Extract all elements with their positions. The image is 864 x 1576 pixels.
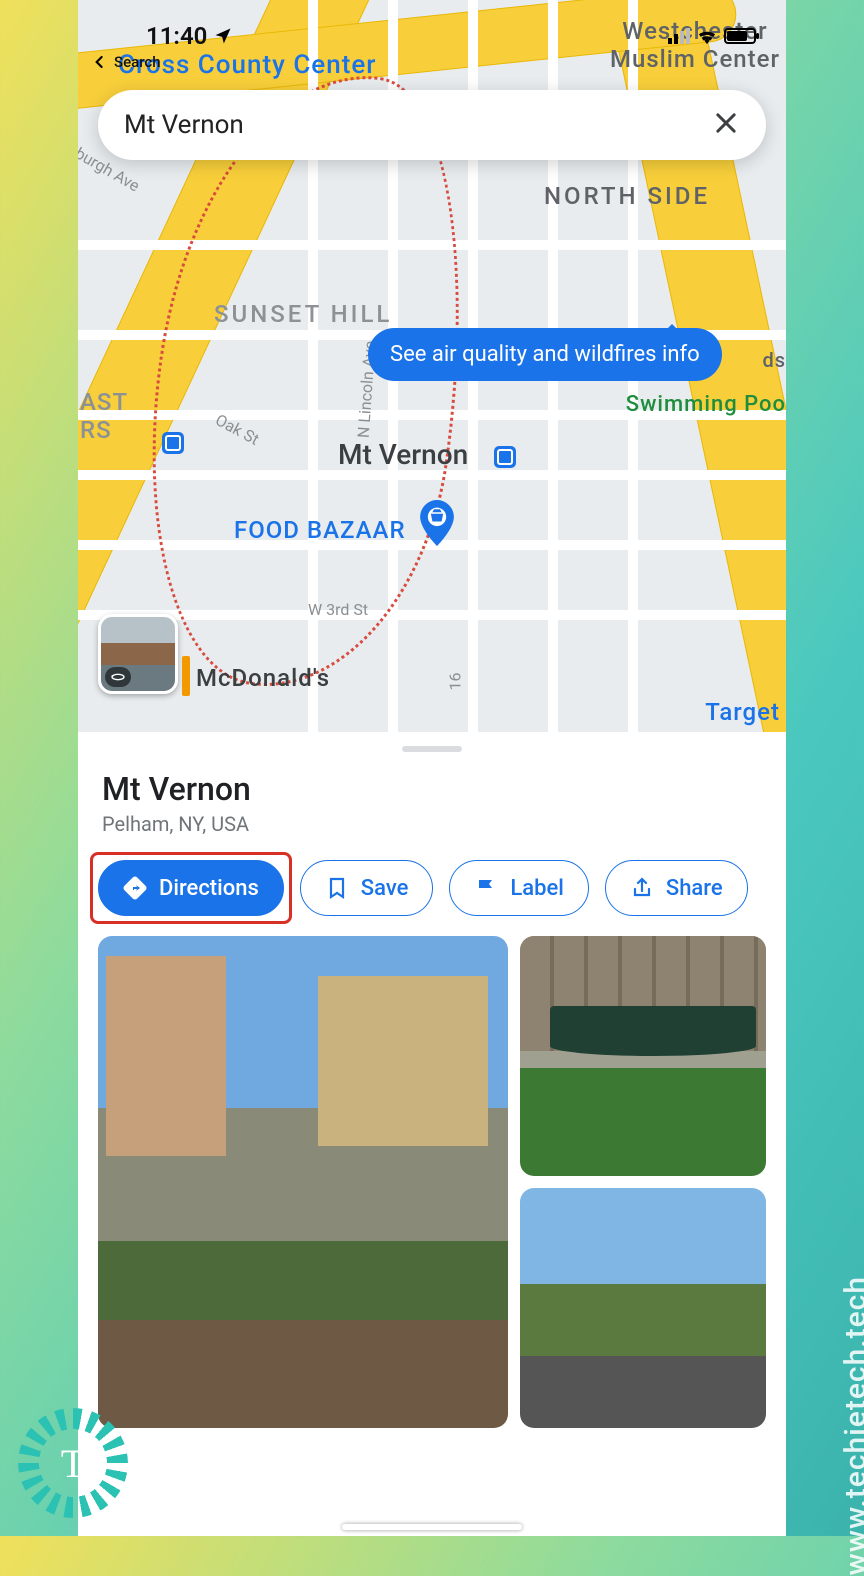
site-badge: T — [18, 1408, 128, 1518]
directions-label: Directions — [159, 876, 259, 901]
place-photo[interactable] — [520, 1188, 766, 1428]
status-time: 11:40 — [146, 22, 233, 50]
wifi-icon — [696, 27, 718, 45]
back-arrow-icon — [90, 52, 110, 72]
search-query[interactable]: Mt Vernon — [124, 110, 712, 140]
search-bar[interactable]: Mt Vernon — [98, 90, 766, 160]
share-icon — [630, 876, 654, 900]
map-area-label: RS — [80, 416, 112, 444]
map-area-label: NORTH SIDE — [544, 182, 710, 210]
map-poi-label[interactable]: McDonald's — [196, 664, 330, 692]
air-quality-tooltip[interactable]: See air quality and wildfires info — [368, 328, 722, 381]
transit-icon[interactable] — [494, 446, 516, 468]
map-area-label: SUNSET HILL — [214, 300, 392, 328]
sheet-grabber[interactable] — [402, 746, 462, 752]
place-title: Mt Vernon — [78, 770, 786, 808]
map-canvas[interactable]: Cross County Center Westchester Muslim C… — [78, 0, 786, 732]
label-button[interactable]: Label — [449, 860, 589, 916]
share-button[interactable]: Share — [605, 860, 748, 916]
place-sheet[interactable]: Mt Vernon Pelham, NY, USA Directions Sav… — [78, 732, 786, 1536]
bookmark-icon — [325, 876, 349, 900]
home-indicator[interactable] — [342, 1524, 522, 1530]
save-label: Save — [361, 876, 409, 901]
map-poi-label[interactable]: Target — [705, 698, 780, 726]
save-button[interactable]: Save — [300, 860, 434, 916]
transit-icon[interactable] — [162, 432, 184, 454]
directions-icon — [123, 876, 147, 900]
back-to-search[interactable]: Search — [90, 52, 161, 72]
map-center-label[interactable]: Mt Vernon — [338, 438, 468, 471]
status-bar: 11:40 — [78, 16, 786, 56]
label-label: Label — [510, 876, 564, 901]
flag-icon — [474, 876, 498, 900]
clear-search-button[interactable] — [712, 109, 740, 141]
street-label: W 3rd St — [308, 600, 368, 619]
badge-letter: T — [46, 1436, 100, 1490]
place-photo[interactable] — [520, 936, 766, 1176]
map-poi-label[interactable]: Swimming Poo — [626, 392, 786, 417]
streetview-thumbnail[interactable] — [98, 614, 178, 694]
map-poi-label[interactable]: FOOD BAZAAR — [234, 516, 406, 544]
cell-signal-icon — [668, 28, 690, 44]
map-area-label: AST — [80, 388, 128, 416]
battery-icon — [724, 28, 756, 44]
watermark-text: www.techietech.tech — [839, 1276, 864, 1576]
phone-frame: Cross County Center Westchester Muslim C… — [78, 0, 786, 1536]
back-label: Search — [114, 53, 161, 71]
action-row: Directions Save Label Share — [78, 836, 786, 936]
map-text: ds — [762, 348, 786, 372]
share-label: Share — [666, 876, 723, 901]
time-text: 11:40 — [146, 22, 207, 50]
streetview-indicator — [182, 656, 190, 696]
place-subtitle: Pelham, NY, USA — [78, 808, 786, 836]
street-label: 16 — [445, 673, 464, 691]
rotate-icon — [105, 667, 131, 687]
directions-button[interactable]: Directions — [98, 860, 284, 916]
place-photo[interactable] — [98, 936, 508, 1428]
location-arrow-icon — [213, 26, 233, 46]
shopping-pin-icon[interactable] — [418, 500, 456, 546]
photo-grid — [78, 936, 786, 1428]
